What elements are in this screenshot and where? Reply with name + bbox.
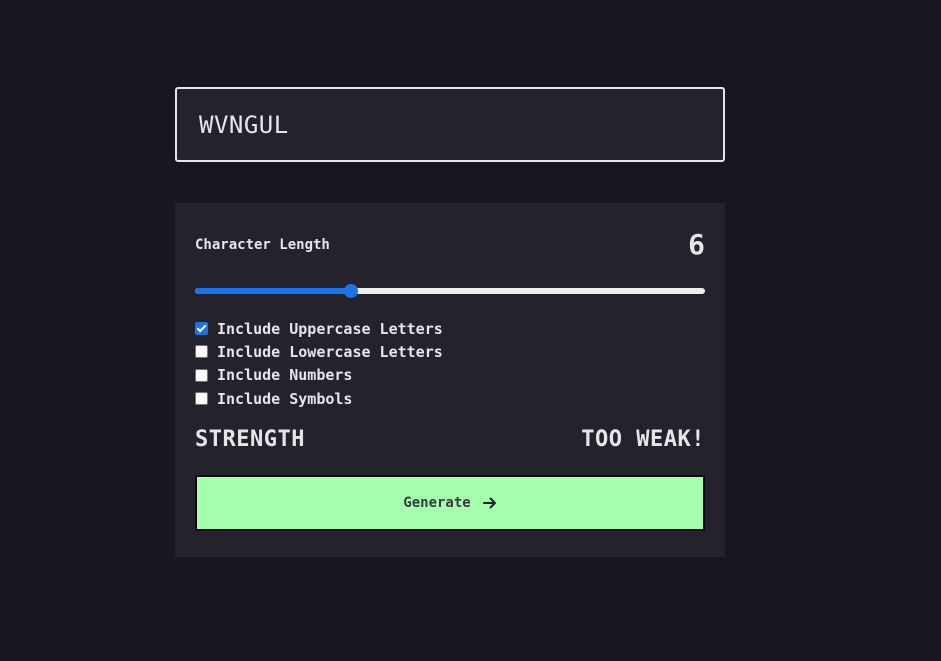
option-lowercase[interactable]: Include Lowercase Letters: [195, 340, 443, 363]
option-uppercase[interactable]: Include Uppercase Letters: [195, 317, 443, 340]
option-label: Include Uppercase Letters: [217, 319, 443, 338]
character-length-slider[interactable]: [195, 284, 705, 298]
lowercase-checkbox[interactable]: [195, 345, 208, 359]
arrow-right-icon: [482, 497, 496, 509]
options-list: Include Uppercase Letters Include Lowerc…: [195, 317, 443, 410]
strength-label: STRENGTH: [195, 427, 305, 452]
character-length-label: Character Length: [195, 237, 330, 253]
option-numbers[interactable]: Include Numbers: [195, 364, 443, 387]
numbers-checkbox[interactable]: [195, 368, 208, 382]
generate-label: Generate: [403, 495, 471, 511]
character-length-row: Character Length 6: [195, 229, 705, 261]
option-symbols[interactable]: Include Symbols: [195, 387, 443, 410]
slider-thumb[interactable]: [343, 284, 358, 298]
option-label: Include Lowercase Letters: [217, 342, 443, 361]
uppercase-checkbox[interactable]: [195, 322, 208, 336]
slider-fill: [195, 288, 351, 294]
password-generator: WVNGUL Character Length 6 Include Upperc…: [175, 87, 725, 557]
password-text: WVNGUL: [199, 110, 289, 139]
strength-row: STRENGTH TOO WEAK!: [195, 427, 705, 452]
symbols-checkbox[interactable]: [195, 392, 208, 406]
option-label: Include Symbols: [217, 389, 353, 408]
generate-button[interactable]: Generate: [195, 475, 705, 531]
settings-panel: Character Length 6 Include Uppercase Let…: [175, 203, 725, 557]
character-length-value: 6: [688, 228, 705, 261]
password-output-field[interactable]: WVNGUL: [175, 87, 725, 162]
option-label: Include Numbers: [217, 366, 353, 385]
strength-value: TOO WEAK!: [581, 427, 705, 452]
